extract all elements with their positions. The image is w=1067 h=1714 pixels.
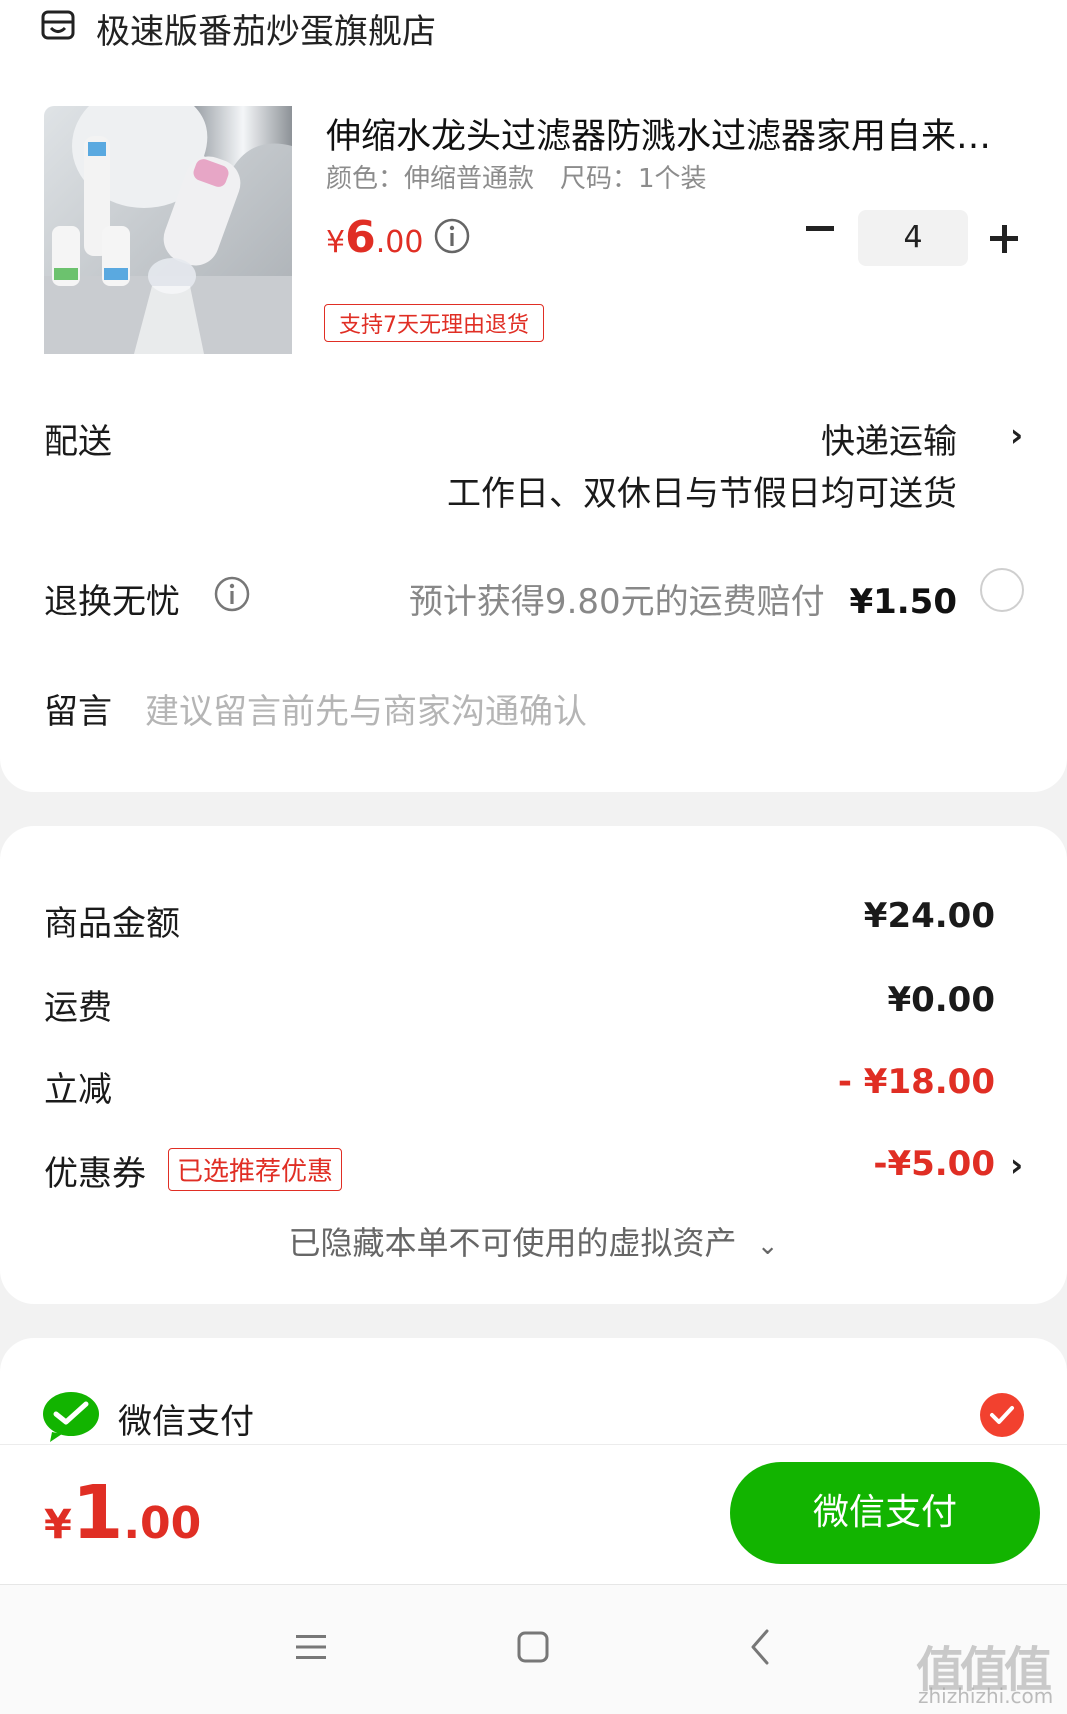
total-price: ¥1.00 [44, 1470, 202, 1556]
coupon-value[interactable]: -¥5.00 [873, 1144, 995, 1184]
coupon-chevron-icon[interactable]: › [1010, 1146, 1023, 1184]
pay-button[interactable]: 微信支付 [730, 1462, 1040, 1564]
product-color: 颜色：伸缩普通款 [326, 164, 535, 194]
product-size: 尺码：1个装 [560, 164, 707, 194]
wechat-pay-icon [43, 1392, 99, 1442]
goods-amount-value: ¥24.00 [863, 896, 995, 936]
return-insurance-price: ¥1.50 [849, 582, 957, 622]
product-spec[interactable]: 颜色：伸缩普通款 尺码：1个装 [326, 158, 733, 195]
return-insurance-info: 预计获得9.80元的运费赔付 ¥1.50 [409, 574, 957, 623]
return-insurance-desc: 预计获得9.80元的运费赔付 [408, 582, 825, 622]
selected-check-icon[interactable] [980, 1393, 1024, 1437]
shipping-label: 运费 [44, 988, 112, 1028]
hidden-assets-text: 已隐藏本单不可使用的虚拟资产 [288, 1224, 737, 1262]
return-insurance-radio[interactable] [980, 568, 1024, 612]
discount-label: 立减 [44, 1070, 112, 1110]
store-name[interactable]: 极速版番茄炒蛋旗舰店 [96, 4, 436, 53]
return-insurance-label: 退换无忧 [44, 582, 180, 622]
payment-method-label[interactable]: 微信支付 [118, 1394, 254, 1443]
delivery-note: 工作日、双休日与节假日均可送货 [447, 474, 957, 514]
info-icon[interactable] [214, 576, 250, 612]
quantity-decrease-button[interactable] [806, 226, 834, 231]
message-label: 留言 [44, 692, 112, 732]
coupon-label: 优惠券 [44, 1154, 146, 1194]
message-input[interactable]: 建议留言前先与商家沟通确认 [145, 684, 587, 733]
quantity-input[interactable]: 4 [858, 210, 968, 266]
goods-amount-label: 商品金额 [44, 904, 180, 944]
hidden-assets-toggle[interactable]: 已隐藏本单不可使用的虚拟资产 ⌄ [0, 1218, 1067, 1264]
delivery-label: 配送 [44, 422, 112, 462]
delivery-method[interactable]: 快递运输 [821, 414, 957, 463]
product-title[interactable]: 伸缩水龙头过滤器防溅水过滤器家用自来… [326, 108, 1016, 159]
info-icon[interactable] [434, 218, 470, 254]
chevron-down-icon: ⌄ [756, 1231, 779, 1261]
product-price: ¥6.00 [326, 212, 424, 263]
menu-icon[interactable] [294, 1632, 328, 1662]
store-icon [41, 10, 75, 40]
return-policy-tag: 支持7天无理由退货 [324, 304, 544, 342]
product-image[interactable] [44, 106, 292, 354]
coupon-tag: 已选推荐优惠 [168, 1148, 343, 1191]
shipping-value: ¥0.00 [887, 980, 995, 1020]
quantity-increase-button-v[interactable] [1001, 225, 1007, 253]
delivery-chevron-icon[interactable]: › [1010, 416, 1023, 454]
back-icon[interactable] [748, 1628, 772, 1666]
discount-value: - ¥18.00 [837, 1062, 995, 1102]
home-icon[interactable] [516, 1630, 550, 1664]
watermark-domain: zhizhizhi.com [918, 1684, 1054, 1708]
